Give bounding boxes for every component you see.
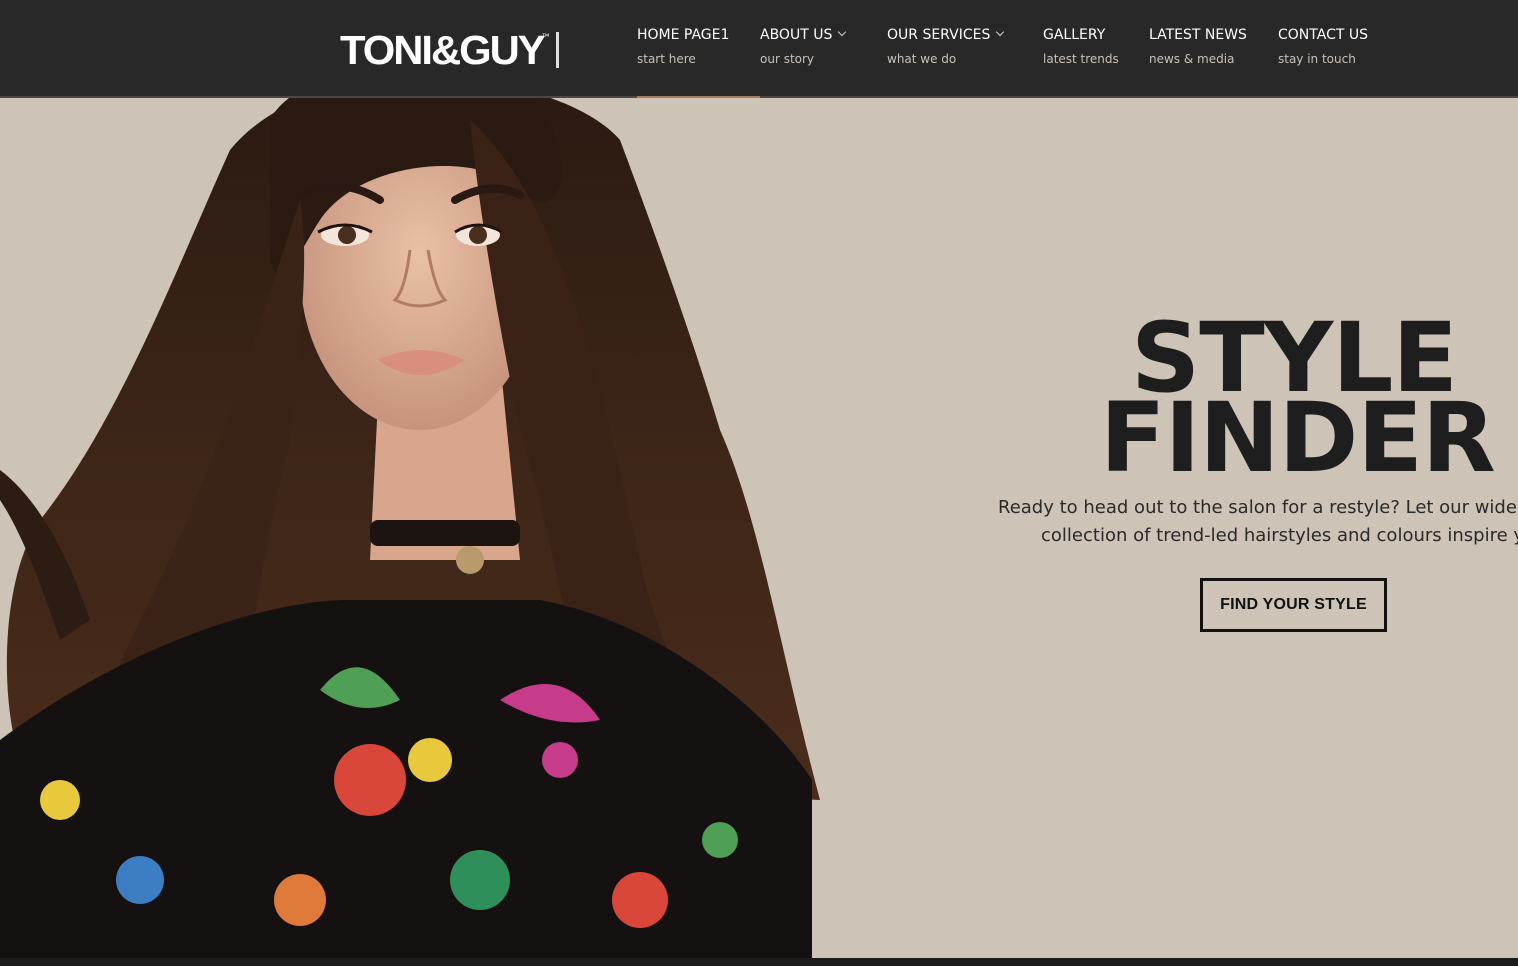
hero-description-line-2: collection of trend-led hairstyles and c…	[1041, 525, 1518, 546]
brand-logo[interactable]: TONI&GUY ™	[340, 27, 559, 73]
nav-item-subtitle: stay in touch	[1278, 52, 1356, 66]
bottom-edge-bar	[0, 958, 1518, 966]
nav-item-subtitle: start here	[637, 52, 696, 66]
nav-item-title: GALLERY	[1043, 27, 1106, 43]
brand-logo-text: TONI&GUY	[340, 27, 546, 73]
nav-item-about-us[interactable]: ABOUT US our story	[760, 0, 847, 96]
hero-headline: STYLE FINDER	[1100, 310, 1496, 494]
nav-item-title: LATEST NEWS	[1149, 27, 1247, 43]
hero-model-photo	[0, 65, 820, 958]
active-nav-indicator	[637, 96, 760, 98]
nav-item-latest-news[interactable]: LATEST NEWS news & media	[1149, 0, 1247, 96]
hero-headline-line-2: FINDER	[1100, 382, 1496, 494]
hero-description-line-1: Ready to head out to the salon for a res…	[998, 497, 1517, 518]
find-your-style-button[interactable]: FIND YOUR STYLE	[1200, 578, 1387, 632]
chevron-down-icon	[996, 27, 1005, 37]
logo-vertical-mark	[555, 32, 559, 68]
nav-item-subtitle: latest trends	[1043, 52, 1119, 66]
nav-item-contact-us[interactable]: CONTACT US stay in touch	[1278, 0, 1368, 96]
top-navigation-bar: TONI&GUY ™ HOME PAGE1 start here ABOUT U…	[0, 0, 1518, 98]
nav-item-title: OUR SERVICES	[887, 25, 1005, 45]
nav-item-title: ABOUT US	[760, 25, 847, 45]
nav-item-subtitle: what we do	[887, 52, 957, 66]
nav-item-home-page1[interactable]: HOME PAGE1 start here	[637, 0, 760, 98]
nav-item-subtitle: our story	[760, 52, 815, 66]
hero-description: Ready to head out to the salon for a res…	[990, 494, 1518, 550]
chevron-down-icon	[838, 27, 847, 37]
nav-item-title: HOME PAGE1	[637, 27, 730, 43]
nav-item-title: CONTACT US	[1278, 27, 1368, 43]
nav-item-gallery[interactable]: GALLERY latest trends	[1043, 0, 1119, 96]
nav-item-subtitle: news & media	[1149, 52, 1235, 66]
nav-item-our-services[interactable]: OUR SERVICES what we do	[887, 0, 1005, 96]
